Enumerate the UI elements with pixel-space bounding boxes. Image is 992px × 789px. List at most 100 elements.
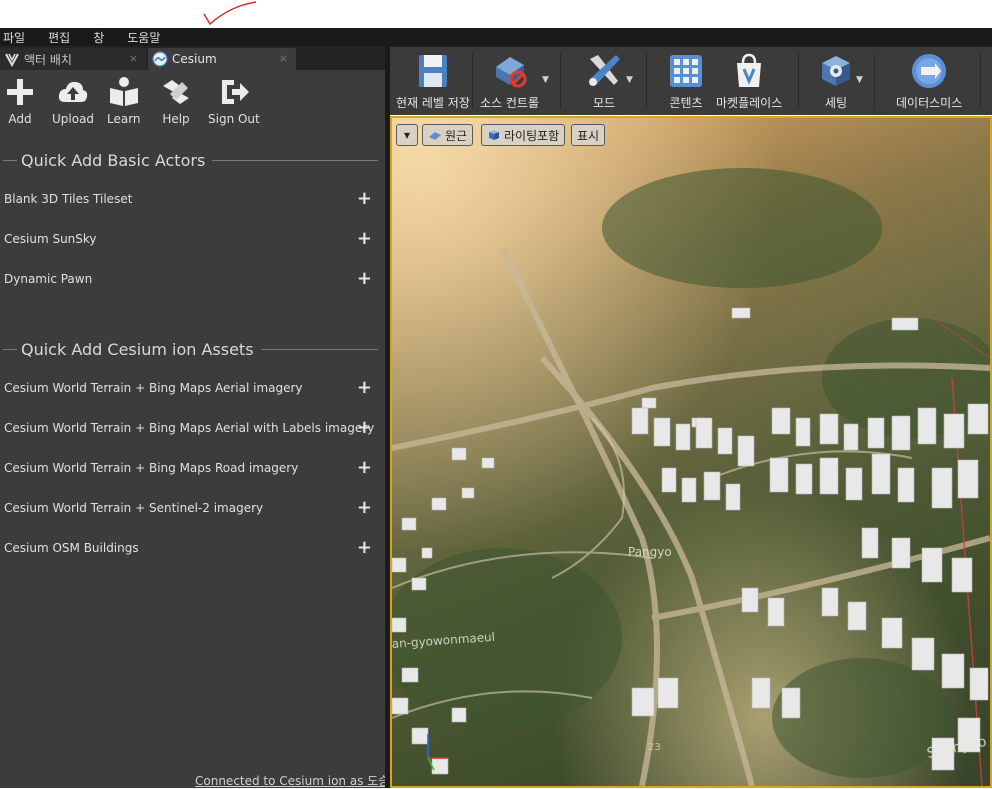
add-item-button[interactable]: + <box>357 418 372 438</box>
help-label: Help <box>162 112 190 126</box>
close-icon[interactable]: × <box>129 52 138 65</box>
add-item-button[interactable]: + <box>357 378 372 398</box>
upload-label: Upload <box>52 112 95 126</box>
learn-button[interactable]: Learn <box>107 76 141 126</box>
list-item[interactable]: Cesium OSM Buildings + <box>0 538 378 558</box>
book-icon <box>109 77 138 106</box>
tab-label: 액터 배치 <box>24 52 72 67</box>
section-title: Quick Add Cesium ion Assets <box>21 339 254 359</box>
add-item-button[interactable]: + <box>357 269 372 289</box>
datasmith-icon <box>912 54 947 88</box>
add-item-button[interactable]: + <box>357 538 372 558</box>
divider <box>3 159 17 161</box>
chevron-down-icon[interactable]: ▼ <box>542 75 549 85</box>
add-label: Add <box>8 112 32 126</box>
divider <box>3 348 17 350</box>
cesium-toolbar: Add Upload Learn Help Sign Out <box>0 76 385 132</box>
add-button[interactable]: Add <box>4 76 36 126</box>
sign-out-label: Sign Out <box>208 112 260 126</box>
actor-place-icon <box>5 53 19 67</box>
lighting-mode-button[interactable]: 라이팅포함 <box>481 124 566 146</box>
datasmith-button[interactable]: 데이터스미스 <box>896 51 962 111</box>
tab-cesium[interactable]: Cesium × <box>148 48 296 70</box>
plus-icon <box>7 79 33 105</box>
list-item[interactable]: Cesium World Terrain + Bing Maps Aerial … <box>0 378 378 398</box>
item-label: Cesium World Terrain + Sentinel-2 imager… <box>4 501 264 515</box>
map-label: Pangyo <box>628 545 672 559</box>
top-margin <box>0 0 992 28</box>
divider <box>646 53 647 109</box>
divider <box>260 348 378 350</box>
chevron-down-icon: ▾ <box>403 128 411 142</box>
modes-button[interactable]: 모드 <box>584 51 624 111</box>
menu-window[interactable]: 창 <box>93 29 104 46</box>
upload-button[interactable]: Upload <box>52 76 94 126</box>
menu-edit[interactable]: 편집 <box>48 29 70 46</box>
button-label: 모드 <box>592 96 616 110</box>
divider <box>472 53 473 109</box>
red-checkmark-annotation <box>203 1 257 26</box>
marketplace-button[interactable]: 마켓플레이스 <box>716 51 782 111</box>
perspective-icon <box>429 132 441 140</box>
divider <box>874 53 875 109</box>
content-icon <box>670 55 702 87</box>
panel-tab-strip: 액터 배치 × Cesium × <box>0 46 385 70</box>
map-label: 23 <box>648 742 661 753</box>
section-title: Quick Add Basic Actors <box>21 150 206 170</box>
sign-out-button[interactable]: Sign Out <box>208 76 260 126</box>
learn-label: Learn <box>107 112 141 126</box>
aerial-map-render: Pangyo an-gyowonmaeul Seohyeo 23 <box>392 118 990 786</box>
section-quick-add-ion: Quick Add Cesium ion Assets <box>0 339 378 359</box>
marketplace-icon <box>737 53 762 87</box>
item-label: Cesium World Terrain + Bing Maps Road im… <box>4 461 299 475</box>
show-flags-button[interactable]: 표시 <box>571 124 606 146</box>
menu-bar: 파일 편집 창 도움말 <box>0 28 992 46</box>
list-item[interactable]: Cesium World Terrain + Bing Maps Road im… <box>0 458 378 478</box>
add-item-button[interactable]: + <box>357 189 372 209</box>
list-item[interactable]: Dynamic Pawn + <box>0 269 378 289</box>
source-control-button[interactable]: 소스 컨트롤 <box>480 51 539 111</box>
button-label: 현재 레벨 저장 <box>396 96 470 110</box>
divider <box>980 53 981 109</box>
help-button[interactable]: Help <box>160 76 192 126</box>
modes-icon <box>589 55 620 86</box>
cloud-upload-icon <box>58 81 88 102</box>
item-label: Dynamic Pawn <box>4 272 93 286</box>
tab-place-actors[interactable]: 액터 배치 × <box>0 48 146 70</box>
menu-file[interactable]: 파일 <box>3 29 25 46</box>
chevron-down-icon[interactable]: ▼ <box>626 75 633 85</box>
divider <box>212 159 378 161</box>
item-label: Cesium OSM Buildings <box>4 541 139 555</box>
button-label: 마켓플레이스 <box>716 96 783 110</box>
content-button[interactable]: 콘텐츠 <box>666 51 706 111</box>
save-icon <box>418 55 447 87</box>
chevron-down-icon[interactable]: ▼ <box>856 75 863 85</box>
menu-help[interactable]: 도움말 <box>127 29 160 46</box>
source-control-icon <box>495 57 526 88</box>
settings-button[interactable]: 세팅 <box>816 51 856 111</box>
item-label: Blank 3D Tiles Tileset <box>4 192 133 206</box>
item-label: Cesium World Terrain + Bing Maps Aerial … <box>4 381 303 395</box>
cesium-logo-icon <box>152 51 168 67</box>
connection-status-link[interactable]: Connected to Cesium ion as 도승이 <box>195 772 400 789</box>
list-item[interactable]: Cesium World Terrain + Bing Maps Aerial … <box>0 418 378 438</box>
lit-cube-icon <box>489 130 499 140</box>
add-item-button[interactable]: + <box>357 229 372 249</box>
button-label: 콘텐츠 <box>669 96 703 110</box>
add-item-button[interactable]: + <box>357 498 372 518</box>
list-item[interactable]: Cesium SunSky + <box>0 229 378 249</box>
close-icon[interactable]: × <box>279 52 288 65</box>
item-label: Cesium SunSky <box>4 232 97 246</box>
divider <box>798 53 799 109</box>
level-viewport[interactable]: Pangyo an-gyowonmaeul Seohyeo 23 ▾ 원근 라이… <box>390 116 992 788</box>
list-item[interactable]: Cesium World Terrain + Sentinel-2 imager… <box>0 498 378 518</box>
viewport-options-dropdown[interactable]: ▾ <box>396 124 418 146</box>
cesium-panel: 액터 배치 × Cesium × Add Upload Learn Help S… <box>0 46 400 788</box>
add-item-button[interactable]: + <box>357 458 372 478</box>
save-level-button[interactable]: 현재 레벨 저장 <box>396 51 470 111</box>
perspective-label: 원근 <box>445 128 468 143</box>
main-toolbar: 현재 레벨 저장 소스 컨트롤 ▼ 모드 ▼ 콘텐츠 마켓플레이스 세팅 ▼ 데… <box>390 46 992 115</box>
perspective-button[interactable]: 원근 <box>422 124 474 146</box>
show-label: 표시 <box>577 128 600 143</box>
list-item[interactable]: Blank 3D Tiles Tileset + <box>0 189 378 209</box>
